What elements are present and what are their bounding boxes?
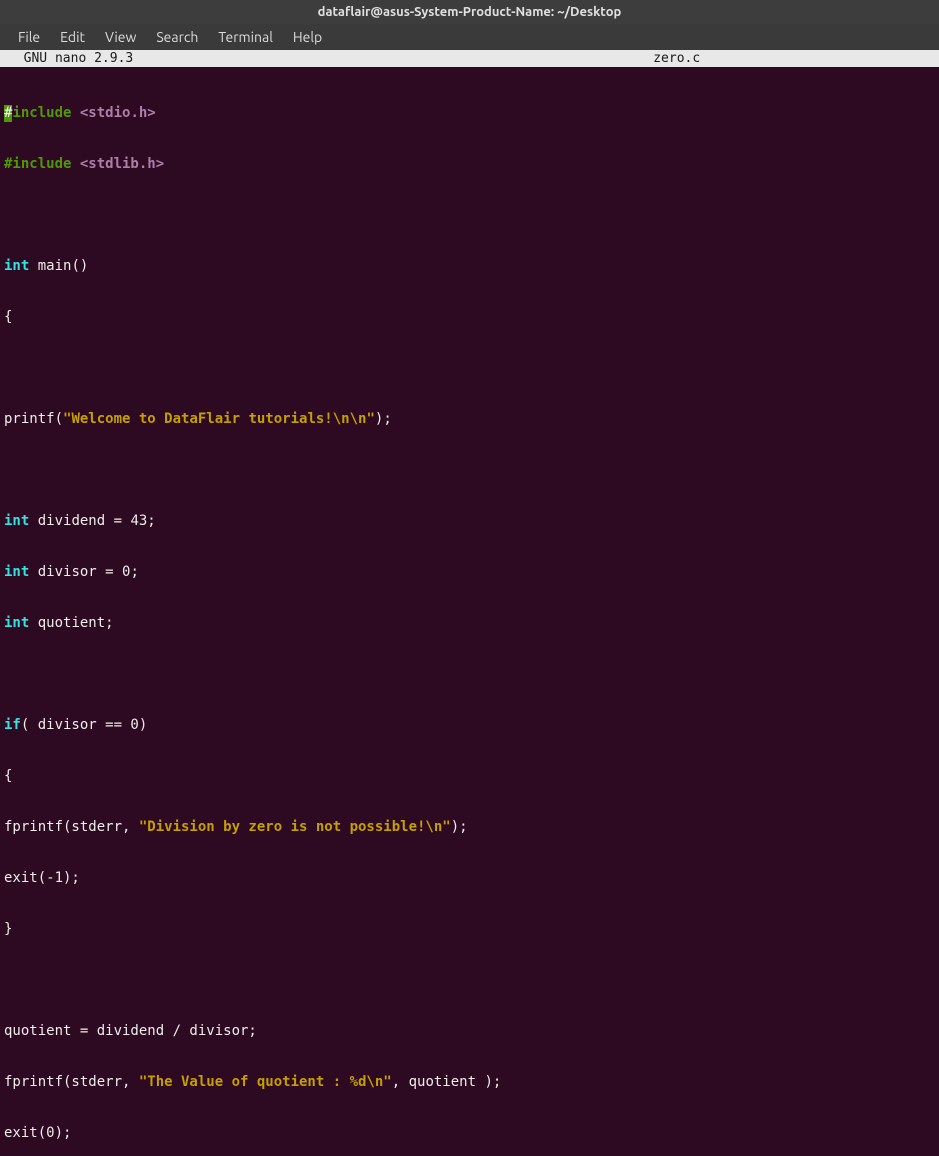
menu-terminal[interactable]: Terminal xyxy=(208,29,283,45)
code-line xyxy=(4,462,935,479)
code-line: #include <stdio.h> xyxy=(4,105,935,122)
code-line: printf("Welcome to DataFlair tutorials!\… xyxy=(4,411,935,428)
code-line: exit(0); xyxy=(4,1125,935,1142)
nano-app-label: GNU nano 2.9.3 xyxy=(8,50,133,67)
code-line: int divisor = 0; xyxy=(4,564,935,581)
code-line xyxy=(4,207,935,224)
window-title-bar: dataflair@asus-System-Product-Name: ~/De… xyxy=(0,0,939,24)
code-line: int quotient; xyxy=(4,615,935,632)
nano-filename: zero.c xyxy=(653,50,700,67)
code-line: } xyxy=(4,921,935,938)
code-line: { xyxy=(4,768,935,785)
editor-area[interactable]: #include <stdio.h> #include <stdlib.h> i… xyxy=(0,67,939,1156)
code-line xyxy=(4,360,935,377)
code-line xyxy=(4,972,935,989)
code-line: if( divisor == 0) xyxy=(4,717,935,734)
code-line xyxy=(4,666,935,683)
code-line: exit(-1); xyxy=(4,870,935,887)
menu-edit[interactable]: Edit xyxy=(50,29,95,45)
code-line: { xyxy=(4,309,935,326)
nano-status-bar: GNU nano 2.9.3 zero.c xyxy=(0,50,939,67)
code-line: int main() xyxy=(4,258,935,275)
menu-view[interactable]: View xyxy=(95,29,146,45)
code-line: quotient = dividend / divisor; xyxy=(4,1023,935,1040)
menu-bar: File Edit View Search Terminal Help xyxy=(0,24,939,50)
window-title: dataflair@asus-System-Product-Name: ~/De… xyxy=(318,5,622,19)
code-line: fprintf(stderr, "The Value of quotient :… xyxy=(4,1074,935,1091)
menu-file[interactable]: File xyxy=(8,29,50,45)
code-line: int dividend = 43; xyxy=(4,513,935,530)
menu-help[interactable]: Help xyxy=(283,29,332,45)
menu-search[interactable]: Search xyxy=(146,29,208,45)
code-line: fprintf(stderr, "Division by zero is not… xyxy=(4,819,935,836)
code-line: #include <stdlib.h> xyxy=(4,156,935,173)
